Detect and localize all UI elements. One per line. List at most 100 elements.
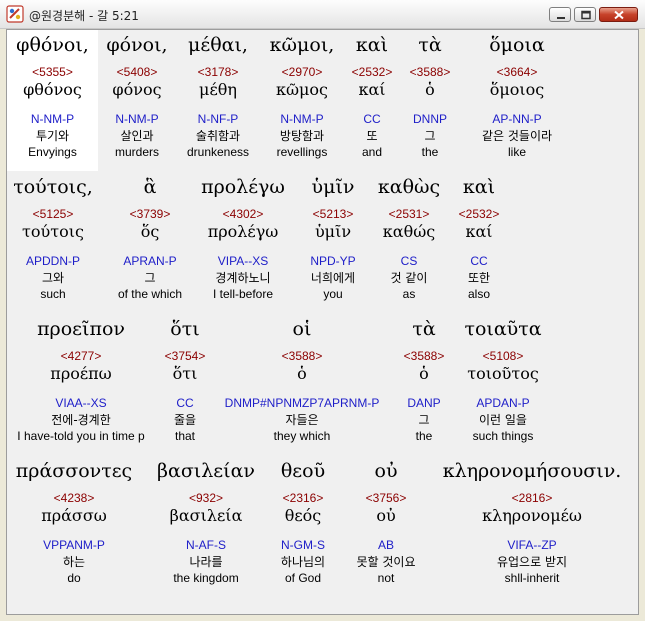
interlinear-view[interactable]: φθόνοι, <5355> φθόνος N-NM-P 투기와 Envying… [6, 29, 639, 615]
strong-number[interactable]: <2970> [262, 65, 342, 79]
word-block[interactable]: κῶμοι, <2970> κῶμος N-NM-P 방탕함과 revellin… [262, 33, 342, 159]
greek-word: τὰ [418, 34, 442, 56]
app-icon [6, 5, 24, 23]
korean-gloss: 유업으로 받지 [496, 555, 568, 569]
lemma: προλέγω [207, 222, 279, 241]
parsing-code[interactable]: AB [341, 538, 431, 552]
word-block[interactable]: τὰ <3588> ὁ DNNP 그 the [405, 33, 455, 159]
parsing-code[interactable]: VPPANM-P [7, 538, 141, 552]
parsing-code[interactable]: N-GM-S [269, 538, 337, 552]
close-icon [614, 10, 624, 20]
parsing-code[interactable]: N-NM-P [262, 112, 342, 126]
word-block[interactable]: ὅτι <3754> ὅτι CC 줄을 that [157, 317, 213, 443]
strong-number[interactable]: <3664> [462, 65, 572, 79]
strong-number[interactable]: <2316> [269, 491, 337, 505]
strong-number[interactable]: <932> [147, 491, 265, 505]
greek-word: προεῖπον [37, 318, 125, 340]
strong-number[interactable]: <5108> [457, 349, 549, 363]
word-block[interactable]: πράσσοντες <4238> πράσσω VPPANM-P 하는 do [7, 459, 141, 585]
word-block[interactable]: θεοῦ <2316> θεός N-GM-S 하나님의 of God [269, 459, 337, 585]
strong-number[interactable]: <5355> [7, 65, 98, 79]
strong-number[interactable]: <4277> [7, 349, 155, 363]
word-block[interactable]: οἱ <3588> ὁ DNMP#NPNMZP7APRNM-P 자들은 they… [215, 317, 389, 443]
parsing-code[interactable]: AP-NN-P [462, 112, 572, 126]
word-block[interactable]: βασιλείαν <932> βασιλεία N-AF-S 나라를 the … [147, 459, 265, 585]
parsing-code[interactable]: APDAN-P [457, 396, 549, 410]
parsing-code[interactable]: DANP [397, 396, 451, 410]
strong-number[interactable]: <3588> [405, 65, 455, 79]
word-block[interactable]: καθὼς <2531> καθώς CS 것 같이 as [374, 175, 444, 301]
strong-number[interactable]: <5408> [97, 65, 177, 79]
lemma: κληρονομέω [482, 506, 582, 525]
lemma: καί [358, 80, 386, 99]
parsing-code[interactable]: DNNP [405, 112, 455, 126]
word-block[interactable]: προεῖπον <4277> προέπω VIAA--XS 전에-경계한 I… [7, 317, 155, 443]
strong-number[interactable]: <5125> [7, 207, 99, 221]
korean-gloss: 하나님의 [280, 555, 326, 569]
strong-number[interactable]: <2816> [437, 491, 627, 505]
strong-number[interactable]: <3754> [157, 349, 213, 363]
parsing-code[interactable]: N-NF-P [178, 112, 258, 126]
parsing-code[interactable]: N-NM-P [97, 112, 177, 126]
parsing-code[interactable]: VIFA--ZP [437, 538, 627, 552]
strong-number[interactable]: <4238> [7, 491, 141, 505]
parsing-code[interactable]: CC [157, 396, 213, 410]
parsing-code[interactable]: VIPA--XS [195, 254, 291, 268]
word-block[interactable]: κληρονομήσουσιν. <2816> κληρονομέω VIFA-… [437, 459, 627, 585]
word-block[interactable]: φθόνοι, <5355> φθόνος N-NM-P 투기와 Envying… [7, 33, 98, 159]
word-block[interactable]: ὅμοια <3664> ὅμοιος AP-NN-P 같은 것들이라 like [462, 33, 572, 159]
english-gloss: like [507, 145, 526, 159]
minimize-button[interactable] [549, 7, 571, 22]
greek-word: θεοῦ [280, 460, 326, 482]
strong-number[interactable]: <4302> [195, 207, 291, 221]
korean-gloss: 자들은 [285, 413, 319, 427]
english-gloss: such things [472, 429, 534, 443]
strong-number[interactable]: <3588> [397, 349, 451, 363]
korean-gloss: 투기와 [35, 129, 70, 143]
greek-word: καὶ [462, 176, 496, 198]
word-block[interactable]: φόνοι, <5408> φόνος N-NM-P 살인과 murders [97, 33, 177, 159]
maximize-button[interactable] [574, 7, 596, 22]
close-button[interactable] [599, 7, 638, 22]
korean-gloss: 살인과 [120, 129, 154, 143]
parsing-code[interactable]: CC [347, 112, 397, 126]
parsing-code[interactable]: N-AF-S [147, 538, 265, 552]
strong-number[interactable]: <3588> [215, 349, 389, 363]
lemma: ὁ [419, 364, 429, 383]
strong-number[interactable]: <2532> [452, 207, 506, 221]
title-bar[interactable]: @원경분해 - 갈 5:21 [0, 0, 645, 29]
strong-number[interactable]: <3756> [341, 491, 431, 505]
word-block[interactable]: ἃ <3739> ὅς APRAN-P 그 of the which [105, 175, 195, 301]
word-block[interactable]: μέθαι, <3178> μέθη N-NF-P 술취함과 drunkenes… [178, 33, 258, 159]
greek-word: καθὼς [377, 176, 441, 198]
word-block[interactable]: ὑμῖν <5213> ὑμῖν NPD-YP 너희에게 you [295, 175, 371, 301]
korean-gloss: 하는 [62, 555, 86, 569]
strong-number[interactable]: <2531> [374, 207, 444, 221]
parsing-code[interactable]: CS [374, 254, 444, 268]
parsing-code[interactable]: APRAN-P [105, 254, 195, 268]
strong-number[interactable]: <3178> [178, 65, 258, 79]
parsing-code[interactable]: APDDN-P [7, 254, 99, 268]
english-gloss: that [174, 429, 195, 443]
english-gloss: I tell-before [212, 287, 274, 301]
word-block[interactable]: οὐ <3756> οὐ AB 못할 것이요 not [341, 459, 431, 585]
strong-number[interactable]: <3739> [105, 207, 195, 221]
parsing-code[interactable]: DNMP#NPNMZP7APRNM-P [215, 396, 389, 410]
english-gloss: also [467, 287, 490, 301]
word-block[interactable]: τοιαῦτα <5108> τοιοῦτος APDAN-P 이런 일을 su… [457, 317, 549, 443]
english-gloss: the kingdom [173, 571, 239, 585]
word-block[interactable]: τούτοις, <5125> τούτοις APDDN-P 그와 such [7, 175, 99, 301]
parsing-code[interactable]: VIAA--XS [7, 396, 155, 410]
word-block[interactable]: τὰ <3588> ὁ DANP 그 the [397, 317, 451, 443]
parsing-code[interactable]: N-NM-P [7, 112, 98, 126]
parsing-code[interactable]: NPD-YP [295, 254, 371, 268]
strong-number[interactable]: <2532> [347, 65, 397, 79]
word-block[interactable]: καὶ <2532> καί CC 또한 also [452, 175, 506, 301]
strong-number[interactable]: <5213> [295, 207, 371, 221]
korean-gloss: 경계하노니 [215, 271, 271, 285]
korean-gloss: 나라를 [189, 555, 223, 569]
lemma: καί [465, 222, 493, 241]
word-block[interactable]: προλέγω <4302> προλέγω VIPA--XS 경계하노니 I … [195, 175, 291, 301]
word-block[interactable]: καὶ <2532> καί CC 또 and [347, 33, 397, 159]
parsing-code[interactable]: CC [452, 254, 506, 268]
